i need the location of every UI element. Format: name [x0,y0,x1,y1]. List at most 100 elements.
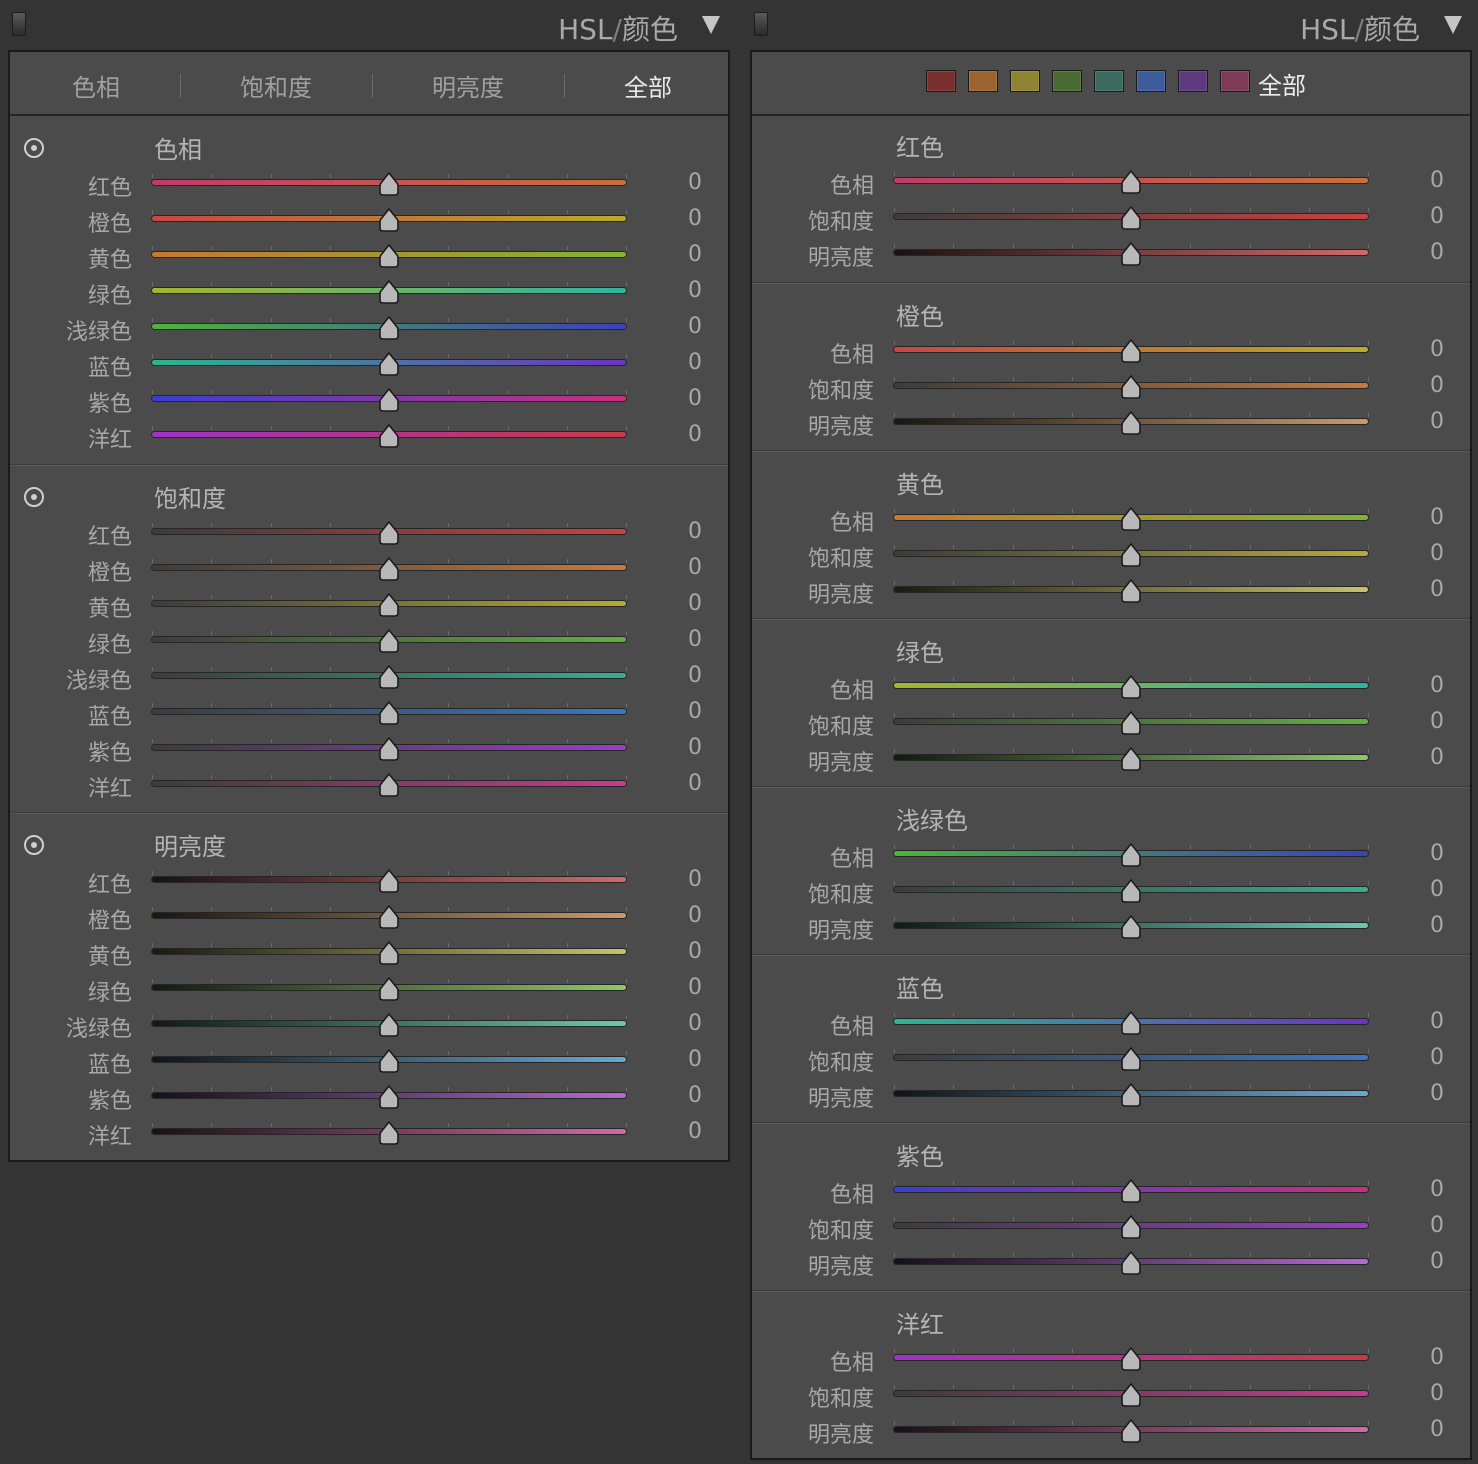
color-swatch[interactable] [1178,70,1208,92]
slider-thumb-icon[interactable] [1121,747,1141,771]
slider-thumb-icon[interactable] [1121,879,1141,903]
color-swatch[interactable] [1220,70,1250,92]
slider-thumb-icon[interactable] [379,941,399,965]
color-group: 浅绿色 色相 0 饱和度 0 明亮度 0 [752,786,1470,955]
slider-tick [953,413,954,417]
slider-thumb-icon[interactable] [1121,543,1141,567]
slider-value: 0 [688,242,702,267]
slider-tick [953,1385,954,1389]
slider-tick [1013,1181,1014,1185]
slider-tick [953,208,954,212]
slider-thumb-icon[interactable] [379,1049,399,1073]
slider-thumb-icon[interactable] [1121,843,1141,867]
slider-tick [271,667,272,671]
slider-thumb-icon[interactable] [379,737,399,761]
slider-thumb-icon[interactable] [1121,206,1141,230]
slider-thumb-icon[interactable] [379,1013,399,1037]
slider-value: 0 [1430,673,1444,698]
slider-thumb-icon[interactable] [379,208,399,232]
slider-thumb-icon[interactable] [1121,1047,1141,1071]
slider-thumb-icon[interactable] [379,1085,399,1109]
slider-thumb-icon[interactable] [1121,242,1141,266]
slider-tick [508,739,509,743]
color-swatch[interactable] [1052,70,1082,92]
slider-tick [953,917,954,921]
slider-thumb-icon[interactable] [1121,339,1141,363]
slider-tick [508,282,509,286]
slider-thumb-icon[interactable] [379,869,399,893]
tab-hue[interactable]: 色相 [72,68,120,103]
slider-tick [1072,917,1073,921]
slider-thumb-icon[interactable] [379,388,399,412]
slider-tick [1368,1421,1369,1425]
slider-tick [1072,581,1073,585]
swatch-all-label[interactable]: 全部 [1258,66,1306,101]
slider-thumb-icon[interactable] [1121,1419,1141,1443]
slider-tick [211,979,212,983]
collapse-triangle-icon[interactable] [1444,16,1462,34]
slider-thumb-icon[interactable] [379,701,399,725]
tab-all[interactable]: 全部 [624,68,672,103]
slider-tick [211,907,212,911]
slider-thumb-icon[interactable] [379,244,399,268]
color-swatch[interactable] [1136,70,1166,92]
slider-thumb-icon[interactable] [1121,1383,1141,1407]
target-adjust-icon[interactable] [24,487,44,507]
slider-thumb-icon[interactable] [379,665,399,689]
slider-thumb-icon[interactable] [379,629,399,653]
slider-thumb-icon[interactable] [1121,579,1141,603]
slider-thumb-icon[interactable] [379,557,399,581]
tab-luminance[interactable]: 明亮度 [432,68,504,103]
slider-thumb-icon[interactable] [379,521,399,545]
slider-thumb-icon[interactable] [379,905,399,929]
slider-thumb-icon[interactable] [1121,1215,1141,1239]
slider-row: 色相 0 [752,164,1470,200]
slider-tick [211,426,212,430]
slider-row: 明亮度 0 [752,405,1470,441]
slider-thumb-icon[interactable] [1121,1347,1141,1371]
tab-saturation[interactable]: 饱和度 [240,68,312,103]
slider-tick [508,246,509,250]
slider-tick [894,1421,895,1425]
slider-thumb-icon[interactable] [1121,170,1141,194]
slider-thumb-icon[interactable] [379,424,399,448]
slider-row: 饱和度 0 [752,705,1470,741]
collapse-triangle-icon[interactable] [702,16,720,34]
slider-thumb-icon[interactable] [379,977,399,1001]
panel-solo-switch[interactable] [12,12,26,36]
slider-tick [448,595,449,599]
slider-thumb-icon[interactable] [379,316,399,340]
slider-thumb-icon[interactable] [1121,1179,1141,1203]
slider-thumb-icon[interactable] [379,773,399,797]
slider-tick [1190,677,1191,681]
slider-tick [1072,1181,1073,1185]
slider-thumb-icon[interactable] [379,593,399,617]
color-swatch[interactable] [1010,70,1040,92]
slider-thumb-icon[interactable] [1121,711,1141,735]
right-panel-header[interactable]: HSL/颜色 [742,0,1478,50]
slider-thumb-icon[interactable] [379,1121,399,1145]
slider-thumb-icon[interactable] [1121,1083,1141,1107]
slider-thumb-icon[interactable] [1121,1251,1141,1275]
color-swatch[interactable] [926,70,956,92]
slider-tick [271,1051,272,1055]
slider-thumb-icon[interactable] [379,352,399,376]
color-swatch[interactable] [968,70,998,92]
slider-thumb-icon[interactable] [1121,675,1141,699]
target-adjust-icon[interactable] [24,835,44,855]
left-panel-header[interactable]: HSL/颜色 [0,0,740,50]
slider-value: 0 [1430,1345,1444,1370]
slider-thumb-icon[interactable] [379,172,399,196]
slider-thumb-icon[interactable] [1121,915,1141,939]
slider-thumb-icon[interactable] [379,280,399,304]
color-swatch[interactable] [1094,70,1124,92]
slider-thumb-icon[interactable] [1121,507,1141,531]
slider-thumb-icon[interactable] [1121,375,1141,399]
panel-solo-switch[interactable] [754,12,768,36]
slider-tick [1368,1181,1369,1185]
slider-thumb-icon[interactable] [1121,1011,1141,1035]
target-adjust-icon[interactable] [24,138,44,158]
slider-tick [1368,677,1369,681]
slider-thumb-icon[interactable] [1121,411,1141,435]
slider-label: 蓝色 [87,356,132,381]
